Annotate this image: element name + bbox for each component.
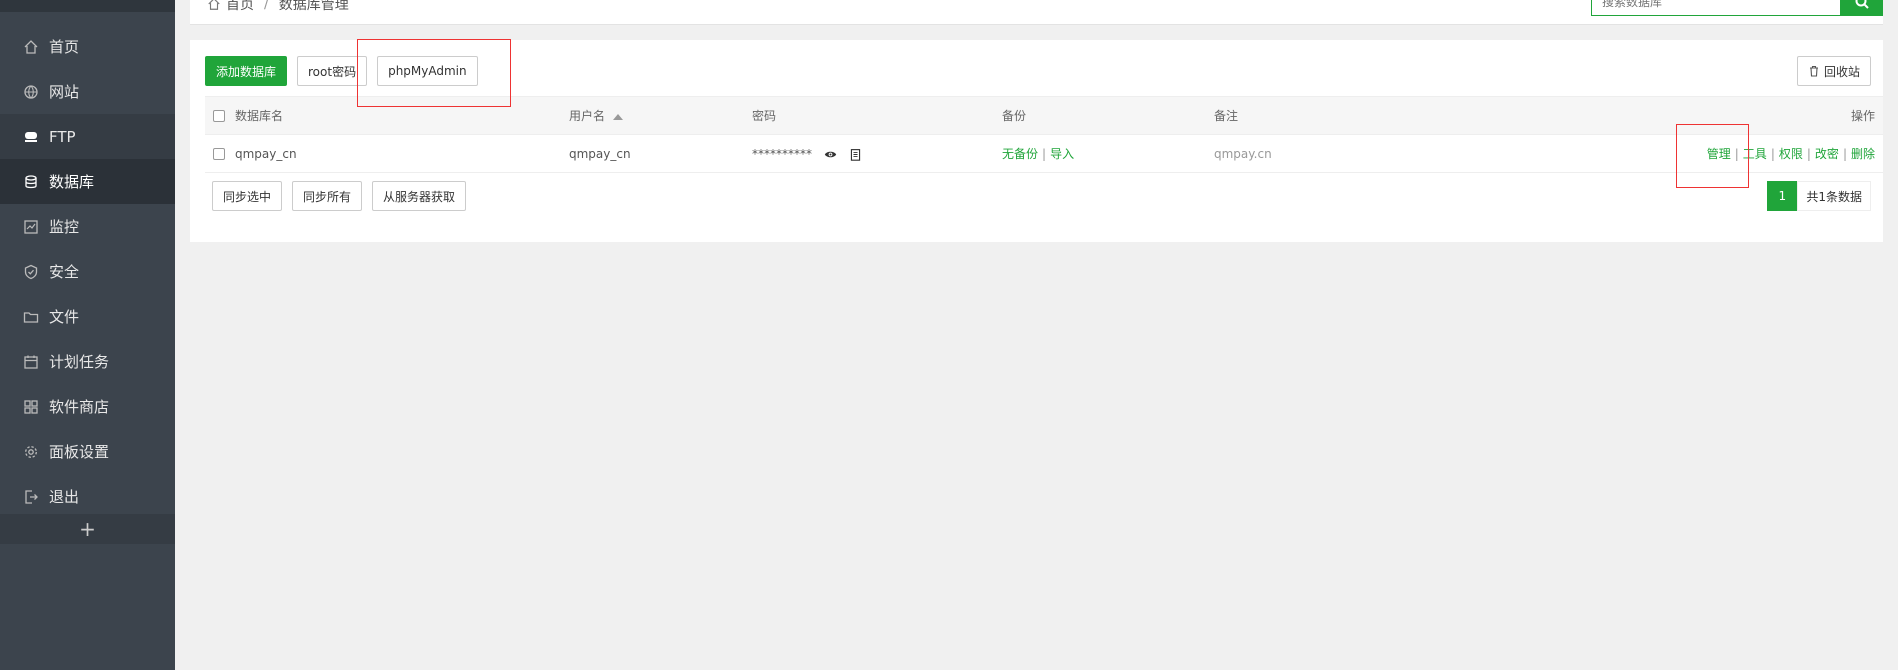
cell-backup: 无备份 | 导入	[1002, 135, 1214, 173]
gear-icon	[23, 444, 39, 460]
select-all-checkbox[interactable]	[213, 110, 225, 122]
separator: |	[1806, 147, 1811, 161]
sidebar-item-store[interactable]: 软件商店	[0, 384, 175, 429]
tools-link[interactable]: 工具	[1743, 147, 1767, 161]
col-header-name: 数据库名	[235, 109, 284, 123]
sidebar-item-settings[interactable]: 面板设置	[0, 429, 175, 474]
breadcrumb-separator: /	[264, 0, 269, 12]
sidebar-item-label: 数据库	[49, 173, 95, 191]
phpmyadmin-button[interactable]: phpMyAdmin	[377, 56, 478, 86]
sidebar-item-label: FTP	[49, 127, 76, 146]
cell-db-name: qmpay_cn	[235, 146, 297, 161]
monitor-icon	[23, 219, 39, 235]
separator: |	[1770, 147, 1775, 161]
search-button[interactable]	[1841, 0, 1883, 16]
cell-password: **********	[752, 135, 1002, 173]
sidebar-item-label: 网站	[49, 83, 80, 101]
sidebar-item-label: 退出	[49, 488, 80, 506]
import-link[interactable]: 导入	[1050, 147, 1074, 161]
calendar-icon	[23, 354, 39, 370]
sidebar-item-label: 软件商店	[49, 398, 110, 416]
database-table: 数据库名 用户名 密码 备份 备注 操作 qmpay_cn qmpay_cn *…	[205, 96, 1883, 173]
separator: |	[1042, 147, 1047, 161]
breadcrumb-home[interactable]: 首页	[226, 0, 254, 14]
eye-icon[interactable]	[824, 148, 837, 161]
separator: |	[1842, 147, 1847, 161]
col-header-password: 密码	[752, 109, 777, 123]
search-input[interactable]	[1592, 0, 1840, 15]
row-checkbox[interactable]	[213, 148, 225, 160]
sidebar-item-ftp[interactable]: FTP	[0, 114, 175, 159]
page-current[interactable]: 1	[1767, 181, 1798, 211]
sidebar: 首页 网站 FTP 数据库 监控 安全 文件 计划任务 软件商店 面板设置 退出…	[0, 0, 175, 670]
password-mask: **********	[752, 146, 812, 161]
database-panel: 添加数据库 root密码 phpMyAdmin 回收站 数据库名 用户名 密码 …	[190, 40, 1883, 242]
apps-icon	[23, 399, 39, 415]
globe-icon	[23, 84, 39, 100]
fetch-from-server-button[interactable]: 从服务器获取	[372, 181, 467, 211]
sidebar-top	[0, 0, 175, 12]
sidebar-item-home[interactable]: 首页	[0, 24, 175, 69]
trash-icon	[1809, 65, 1818, 77]
breadcrumb: 首页 / 数据库管理	[207, 0, 349, 14]
sidebar-item-monitor[interactable]: 监控	[0, 204, 175, 249]
delete-link[interactable]: 删除	[1851, 147, 1875, 161]
home-icon[interactable]	[207, 0, 221, 11]
search-icon	[1855, 0, 1869, 9]
sidebar-nav: 首页 网站 FTP 数据库 监控 安全 文件 计划任务 软件商店 面板设置 退出	[0, 24, 175, 519]
sidebar-item-security[interactable]: 安全	[0, 249, 175, 294]
table-row: qmpay_cn qmpay_cn ********** 无备份 | 导入 qmpa…	[205, 135, 1883, 173]
col-header-user[interactable]: 用户名	[569, 97, 752, 135]
copy-icon[interactable]	[849, 148, 862, 161]
search-box	[1591, 0, 1841, 16]
col-header-note: 备注	[1214, 109, 1239, 123]
col-header-user-label: 用户名	[569, 109, 606, 123]
sidebar-item-cron[interactable]: 计划任务	[0, 339, 175, 384]
no-backup-link[interactable]: 无备份	[1002, 147, 1038, 161]
recycle-bin-button[interactable]: 回收站	[1796, 56, 1871, 86]
page-total: 共1条数据	[1797, 181, 1871, 211]
logout-icon	[23, 489, 39, 505]
sidebar-item-label: 安全	[49, 263, 80, 281]
separator: |	[1734, 147, 1739, 161]
ftp-icon	[23, 129, 39, 145]
add-database-button[interactable]: 添加数据库	[205, 56, 288, 86]
home-icon	[23, 39, 39, 55]
shield-icon	[23, 264, 39, 280]
cell-ops: 管理 | 工具 | 权限 | 改密 | 删除	[1664, 135, 1883, 173]
table-header-row: 数据库名 用户名 密码 备份 备注 操作	[205, 96, 1883, 135]
sidebar-item-label: 计划任务	[49, 353, 110, 371]
folder-icon	[23, 309, 39, 325]
sort-asc-icon	[613, 113, 624, 120]
sidebar-item-files[interactable]: 文件	[0, 294, 175, 339]
toolbar: 添加数据库 root密码 phpMyAdmin	[205, 56, 478, 86]
sync-selected-button[interactable]: 同步选中	[212, 181, 283, 211]
topbar: 首页 / 数据库管理	[190, 0, 1883, 25]
change-password-link[interactable]: 改密	[1815, 147, 1839, 161]
sidebar-item-label: 面板设置	[49, 443, 110, 461]
root-password-button[interactable]: root密码	[297, 56, 368, 86]
sidebar-item-logout[interactable]: 退出	[0, 474, 175, 519]
sidebar-item-label: 文件	[49, 308, 80, 326]
sidebar-item-website[interactable]: 网站	[0, 69, 175, 114]
sidebar-add-button[interactable]: +	[0, 514, 175, 544]
pagination: 1 共1条数据	[1767, 181, 1871, 211]
cell-username: qmpay_cn	[569, 146, 631, 161]
cell-note[interactable]: qmpay.cn	[1214, 135, 1664, 173]
sidebar-item-label: 监控	[49, 218, 80, 236]
sidebar-item-label: 首页	[49, 38, 80, 56]
database-icon	[23, 174, 39, 190]
breadcrumb-current: 数据库管理	[278, 0, 349, 13]
permission-link[interactable]: 权限	[1779, 147, 1803, 161]
col-header-ops: 操作	[1850, 109, 1875, 123]
bottom-toolbar: 同步选中 同步所有 从服务器获取	[212, 181, 467, 211]
sync-all-button[interactable]: 同步所有	[292, 181, 363, 211]
recycle-bin-label: 回收站	[1823, 64, 1860, 79]
col-header-backup: 备份	[1002, 109, 1027, 123]
manage-link[interactable]: 管理	[1707, 147, 1731, 161]
sidebar-item-database[interactable]: 数据库	[0, 159, 175, 204]
